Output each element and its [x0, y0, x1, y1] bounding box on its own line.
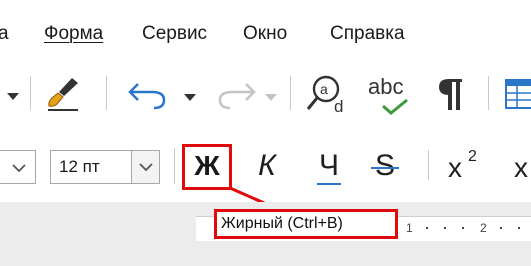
ruler-tick	[444, 227, 446, 229]
bold-tooltip: Жирный (Ctrl+B)	[214, 209, 398, 239]
ruler-label-2: 2	[480, 221, 487, 235]
ruler-label-1: 1	[406, 221, 413, 235]
ruler-tick	[462, 227, 464, 229]
ruler-tick	[518, 227, 520, 229]
ruler-tick	[500, 227, 502, 229]
ruler-tick	[426, 227, 428, 229]
